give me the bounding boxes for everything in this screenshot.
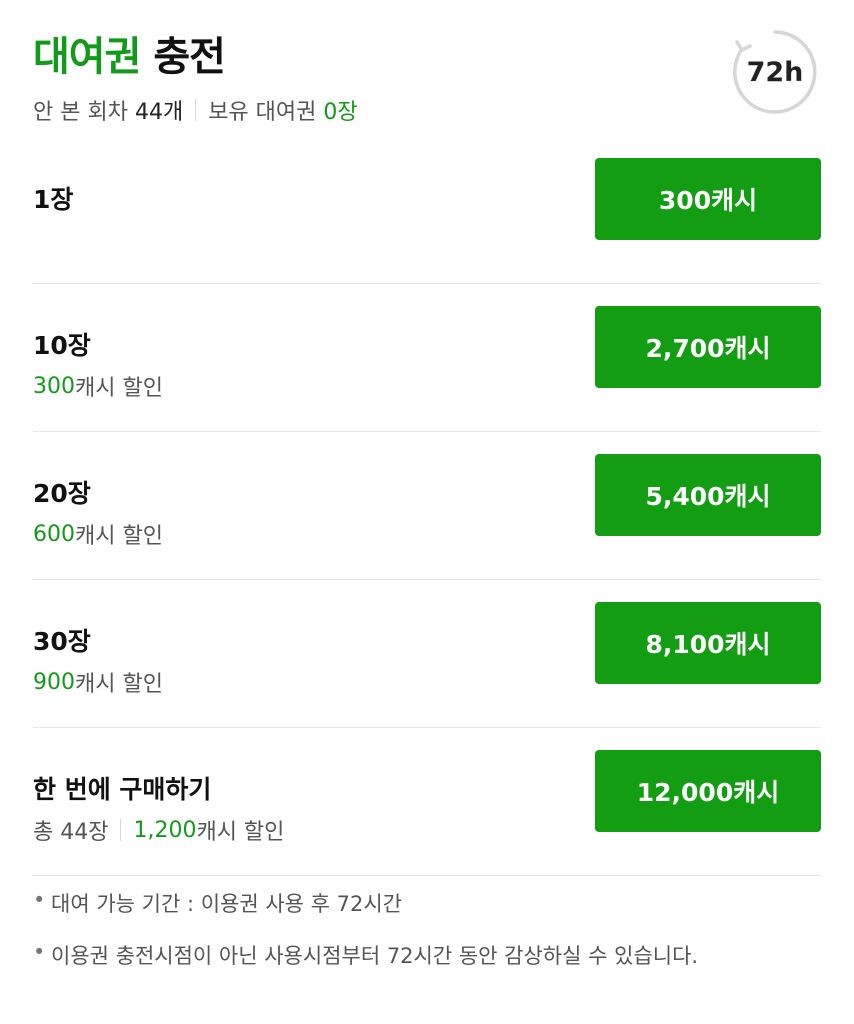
discount-suffix: 캐시 할인 — [75, 376, 163, 401]
option-label: 30장 — [33, 627, 91, 656]
option-label: 한 번에 구매하기 — [33, 775, 212, 804]
buy-20-button[interactable]: 5,400캐시 — [595, 454, 821, 536]
total-count: 총 44장 — [33, 820, 109, 845]
divider — [120, 819, 122, 841]
option-discount: 300 캐시 할인 — [33, 370, 163, 402]
option-row-30: 30장 900 캐시 할인 8,100캐시 — [33, 580, 821, 728]
option-label: 1장 — [33, 185, 74, 214]
divider — [195, 99, 197, 121]
option-row-all: 한 번에 구매하기 총 44장 1,200 캐시 할인 12,000캐시 — [33, 728, 821, 876]
option-row-20: 20장 600 캐시 할인 5,400캐시 — [33, 432, 821, 580]
bullet: • — [33, 940, 46, 964]
notice-text: 대여 가능 기간 : 이용권 사용 후 72시간 — [51, 892, 403, 916]
option-row-10: 10장 300 캐시 할인 2,700캐시 — [33, 284, 821, 432]
notice-text: 이용권 충전시점이 아닌 사용시점부터 72시간 동안 감상하실 수 있습니다. — [51, 944, 699, 968]
discount-suffix: 캐시 할인 — [196, 820, 285, 845]
option-discount: 총 44장 1,200 캐시 할인 — [33, 814, 284, 846]
option-label: 10장 — [33, 331, 91, 360]
option-label: 20장 — [33, 479, 91, 508]
title-rest: 충전 — [153, 34, 226, 80]
buy-10-button[interactable]: 2,700캐시 — [595, 306, 821, 388]
buy-30-button[interactable]: 8,100캐시 — [595, 602, 821, 684]
unread-label: 안 본 회차 — [33, 100, 128, 125]
clock-label: 72h — [746, 56, 804, 88]
discount-amount: 1,200 — [133, 817, 197, 843]
option-discount: 900 캐시 할인 — [33, 666, 163, 698]
notice-item: • 이용권 충전시점이 아닌 사용시점부터 72시간 동안 감상하실 수 있습니… — [33, 940, 821, 968]
notice-list: • 대여 가능 기간 : 이용권 사용 후 72시간 • 이용권 충전시점이 아… — [33, 888, 821, 992]
option-row-1: 1장 300캐시 — [33, 136, 821, 284]
notice-item: • 대여 가능 기간 : 이용권 사용 후 72시간 — [33, 888, 821, 916]
discount-amount: 300 — [33, 373, 75, 399]
title-accent: 대여권 — [33, 34, 141, 80]
unread-count: 44개 — [134, 100, 184, 125]
discount-suffix: 캐시 할인 — [75, 672, 163, 697]
page-title: 대여권 충전 — [33, 24, 226, 82]
discount-amount: 600 — [33, 521, 75, 547]
owned-count: 0장 — [323, 100, 358, 125]
buy-all-button[interactable]: 12,000캐시 — [595, 750, 821, 832]
72h-clock-icon: 72h — [729, 26, 821, 118]
discount-suffix: 캐시 할인 — [75, 524, 163, 549]
bullet: • — [33, 888, 46, 912]
option-discount: 600 캐시 할인 — [33, 518, 163, 550]
discount-amount: 900 — [33, 669, 75, 695]
purchase-options: 1장 300캐시 10장 300 캐시 할인 2,700캐시 20장 600 캐시 … — [33, 136, 821, 876]
buy-1-button[interactable]: 300캐시 — [595, 158, 821, 240]
header: 대여권 충전 안 본 회차 44개 보유 대여권 0장 72h — [33, 24, 821, 134]
ticket-summary: 안 본 회차 44개 보유 대여권 0장 — [33, 94, 358, 126]
owned-label: 보유 대여권 — [208, 100, 317, 125]
